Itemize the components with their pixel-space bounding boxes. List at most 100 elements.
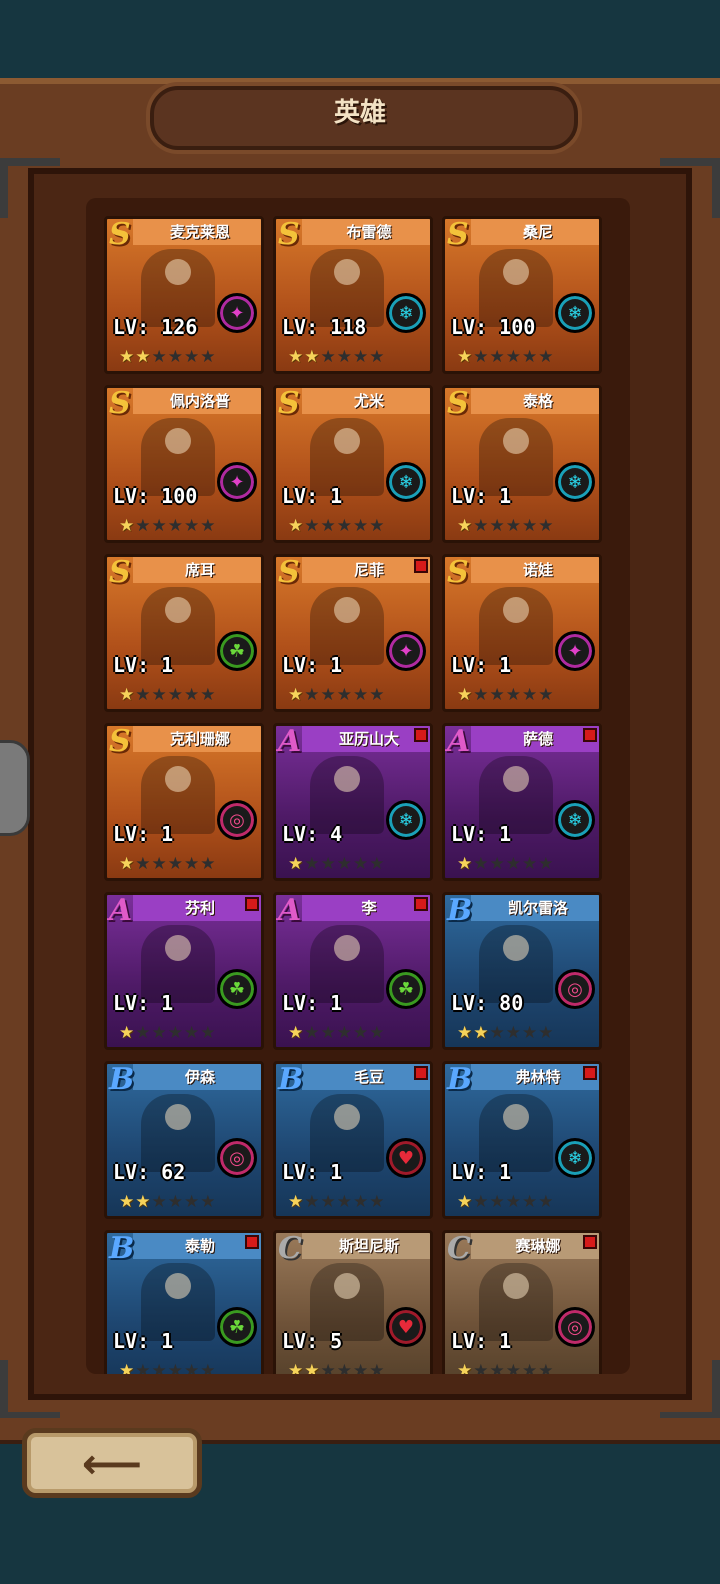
star-icon: ★	[304, 347, 321, 367]
star-icon: ★	[151, 1023, 168, 1043]
hero-card[interactable]: S 克利珊娜 ◎ LV: 1 ★★★★★★	[104, 723, 264, 881]
hero-card[interactable]: C 斯坦尼斯 ♥ LV: 5 ★★★★★★	[273, 1230, 433, 1374]
star-icon: ★	[288, 1361, 305, 1374]
hero-card[interactable]: B 凯尔雷洛 ◎ LV: 80 ★★★★★★	[442, 892, 602, 1050]
hero-card[interactable]: C 赛琳娜 ◎ LV: 1 ★★★★★★	[442, 1230, 602, 1374]
star-icon: ★	[505, 347, 522, 367]
star-icon: ★	[473, 1023, 490, 1043]
star-icon: ★	[288, 347, 305, 367]
star-icon: ★	[353, 1192, 370, 1212]
nature-icon: ☘	[217, 969, 257, 1009]
notification-badge	[414, 728, 428, 742]
hero-card[interactable]: S 布雷德 ❄ LV: 118 ★★★★★★	[273, 216, 433, 374]
hero-rank: S	[447, 555, 469, 590]
hero-level: LV: 1	[113, 822, 174, 846]
hero-card[interactable]: B 毛豆 ♥ LV: 1 ★★★★★★	[273, 1061, 433, 1219]
hero-card[interactable]: S 桑尼 ❄ LV: 100 ★★★★★★	[442, 216, 602, 374]
hero-level: LV: 1	[282, 484, 343, 508]
target-icon: ◎	[555, 969, 595, 1009]
hero-card[interactable]: A 萨德 ❄ LV: 1 ★★★★★★	[442, 723, 602, 881]
star-icon: ★	[288, 685, 305, 705]
hero-card[interactable]: A 芬利 ☘ LV: 1 ★★★★★★	[104, 892, 264, 1050]
hero-stars: ★★★★★★	[457, 1361, 555, 1374]
star-icon: ★	[304, 1023, 321, 1043]
hero-stars: ★★★★★★	[288, 516, 386, 536]
hero-rank: S	[109, 386, 131, 421]
star-icon: ★	[353, 1361, 370, 1374]
hero-card[interactable]: S 尤米 ❄ LV: 1 ★★★★★★	[273, 385, 433, 543]
star-icon: ★	[336, 1023, 353, 1043]
magic-icon: ✦	[217, 462, 257, 502]
hero-card[interactable]: S 泰格 ❄ LV: 1 ★★★★★★	[442, 385, 602, 543]
hero-rank: S	[278, 217, 300, 252]
star-icon: ★	[167, 1361, 184, 1374]
nature-icon: ☘	[386, 969, 426, 1009]
star-icon: ★	[473, 516, 490, 536]
magic-icon: ✦	[217, 293, 257, 333]
back-arrow-icon: ⟵	[81, 1438, 143, 1488]
hero-level: LV: 4	[282, 822, 343, 846]
back-button[interactable]: ⟵	[22, 1428, 202, 1498]
notification-badge	[245, 1235, 259, 1249]
hero-card[interactable]: S 尼菲 ✦ LV: 1 ★★★★★★	[273, 554, 433, 712]
star-icon: ★	[184, 685, 201, 705]
star-icon: ★	[369, 347, 386, 367]
hero-name: 凯尔雷洛	[507, 899, 568, 917]
star-icon: ★	[320, 685, 337, 705]
star-icon: ★	[167, 854, 184, 874]
hero-stars: ★★★★★★	[119, 854, 217, 874]
side-ornament	[0, 740, 30, 836]
star-icon: ★	[304, 685, 321, 705]
hero-level: LV: 1	[282, 653, 343, 677]
hero-level: LV: 118	[282, 315, 367, 339]
hero-rank: B	[447, 1062, 473, 1097]
hero-name: 斯坦尼斯	[338, 1237, 399, 1255]
notification-badge	[583, 728, 597, 742]
star-icon: ★	[184, 347, 201, 367]
hero-card[interactable]: B 泰勒 ☘ LV: 1 ★★★★★★	[104, 1230, 264, 1374]
star-icon: ★	[457, 1023, 474, 1043]
hero-card[interactable]: A 李 ☘ LV: 1 ★★★★★★	[273, 892, 433, 1050]
star-icon: ★	[135, 685, 152, 705]
hero-rank: S	[109, 555, 131, 590]
hero-card[interactable]: B 弗林特 ❄ LV: 1 ★★★★★★	[442, 1061, 602, 1219]
hero-card[interactable]: A 亚历山大 ❄ LV: 4 ★★★★★★	[273, 723, 433, 881]
hero-stars: ★★★★★★	[288, 854, 386, 874]
star-icon: ★	[304, 1361, 321, 1374]
hero-name: 麦克莱恩	[169, 223, 230, 241]
star-icon: ★	[184, 854, 201, 874]
star-icon: ★	[538, 516, 555, 536]
star-icon: ★	[538, 685, 555, 705]
star-icon: ★	[522, 685, 539, 705]
star-icon: ★	[505, 516, 522, 536]
hero-card[interactable]: S 佩内洛普 ✦ LV: 100 ★★★★★★	[104, 385, 264, 543]
star-icon: ★	[200, 516, 217, 536]
hero-level: LV: 62	[113, 1160, 186, 1184]
star-icon: ★	[457, 1361, 474, 1374]
star-icon: ★	[538, 1023, 555, 1043]
hero-card[interactable]: S 诺娃 ✦ LV: 1 ★★★★★★	[442, 554, 602, 712]
hero-stars: ★★★★★★	[288, 1023, 386, 1043]
hero-rank: A	[109, 893, 133, 928]
star-icon: ★	[119, 347, 136, 367]
hero-card[interactable]: B 伊森 ◎ LV: 62 ★★★★★★	[104, 1061, 264, 1219]
hero-card[interactable]: S 麦克莱恩 ✦ LV: 126 ★★★★★★	[104, 216, 264, 374]
star-icon: ★	[135, 854, 152, 874]
hero-level: LV: 1	[451, 1329, 512, 1353]
star-icon: ★	[538, 854, 555, 874]
hero-card[interactable]: S 席耳 ☘ LV: 1 ★★★★★★	[104, 554, 264, 712]
hero-level: LV: 1	[282, 1160, 343, 1184]
star-icon: ★	[353, 516, 370, 536]
hero-level: LV: 1	[451, 653, 512, 677]
star-icon: ★	[473, 854, 490, 874]
hero-stars: ★★★★★★	[457, 1023, 555, 1043]
star-icon: ★	[184, 1192, 201, 1212]
star-icon: ★	[489, 1361, 506, 1374]
notification-badge	[583, 1066, 597, 1080]
star-icon: ★	[353, 1023, 370, 1043]
star-icon: ★	[489, 854, 506, 874]
magic-icon: ✦	[555, 631, 595, 671]
hero-list-scroll[interactable]: S 麦克莱恩 ✦ LV: 126 ★★★★★★ S 布雷德 ❄ LV: 118 ★★★★★★ S 桑尼…	[86, 198, 630, 1374]
corner-ornament-bottom-right	[660, 1360, 720, 1420]
star-icon: ★	[200, 854, 217, 874]
